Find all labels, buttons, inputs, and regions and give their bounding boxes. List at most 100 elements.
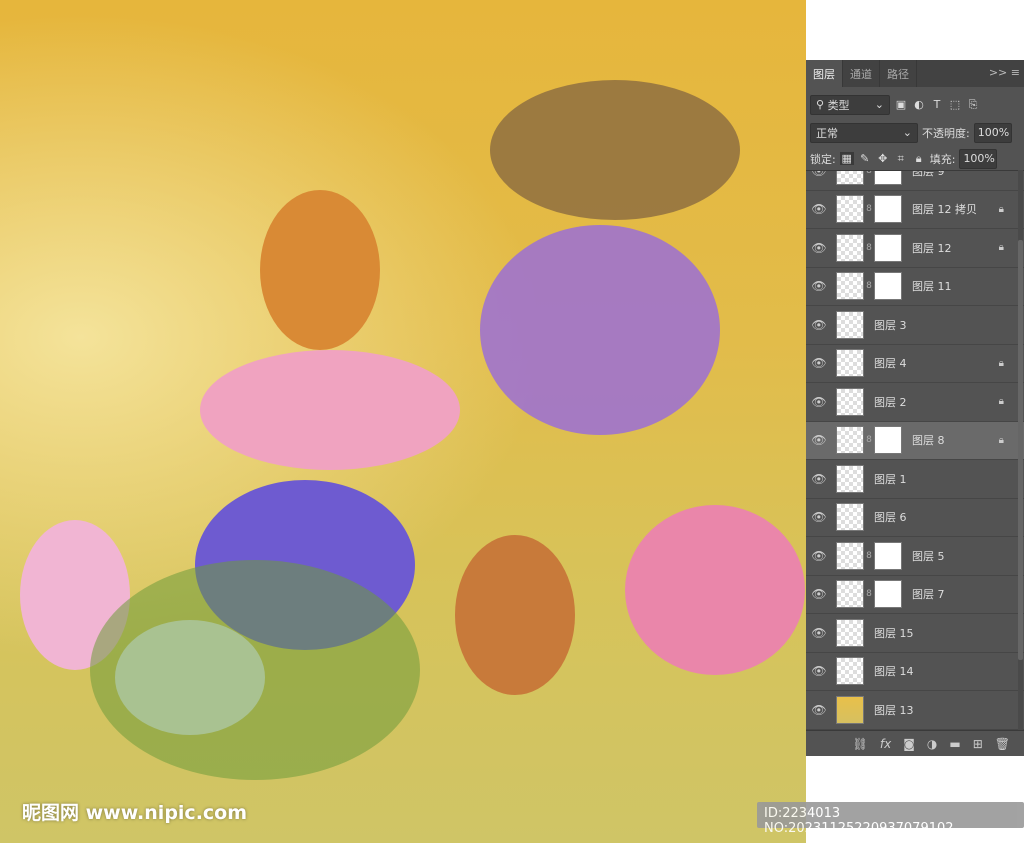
layer-mask-thumbnail[interactable] (874, 233, 902, 262)
eye-icon[interactable]: 👁︎ (806, 510, 832, 524)
eye-icon[interactable]: 👁︎ (806, 549, 832, 563)
leaves (90, 560, 420, 780)
layer-name: 图层 2 (874, 395, 907, 409)
lock-label: 锁定: (810, 152, 836, 166)
filter-select[interactable]: ⚲ 类型 ⌄ (810, 94, 890, 115)
layer-row[interactable]: 👁︎ 8 图层 12 拷贝 🔒︎ (806, 191, 1024, 229)
mask-icon[interactable]: ◙ (903, 737, 915, 751)
adjustment-filter-icon[interactable]: ◐ (912, 98, 926, 111)
smart-object-filter-icon[interactable]: ⎘ (966, 98, 980, 112)
layer-name: 图层 12 拷贝 (912, 203, 977, 217)
chain-icon[interactable]: 8 (864, 435, 874, 445)
new-layer-icon[interactable]: ⊞ (973, 737, 983, 751)
layer-row[interactable]: 👁︎ 图层 2 🔒︎ (806, 383, 1024, 422)
eye-icon[interactable]: 👁︎ (806, 318, 832, 332)
scrollbar[interactable] (1018, 170, 1023, 730)
opacity-input[interactable]: 100% (973, 122, 1012, 143)
panel-toolbar: ⛓ fx ◙ ◑ ▬ ⊞ 🗑︎ (806, 730, 1024, 756)
layer-row[interactable]: 👁︎ 图层 1 (806, 460, 1024, 499)
layer-name: 图层 14 (874, 665, 914, 679)
layer-name: 图层 6 (874, 511, 907, 525)
layer-mask-thumbnail[interactable] (874, 426, 902, 455)
chain-icon[interactable]: 8 (864, 551, 874, 561)
id-label: ID:2234013 NO:20231125220937079102 (757, 802, 1024, 836)
folder-icon[interactable]: ▬ (949, 737, 960, 751)
shape-filter-icon[interactable]: ⬚ (948, 98, 962, 111)
layer-thumbnail (836, 657, 864, 686)
kingfisher-bottom (455, 535, 575, 695)
trash-icon[interactable]: 🗑︎ (995, 737, 1010, 751)
layer-thumbnail (836, 580, 864, 609)
eye-icon[interactable]: 👁︎ (806, 472, 832, 486)
chevron-down-icon: ⌄ (902, 126, 912, 139)
layer-thumbnail (836, 464, 864, 493)
layer-name: 图层 1 (874, 472, 907, 486)
layer-row[interactable]: 👁︎ 8 图层 7 (806, 576, 1024, 614)
layer-row[interactable]: 👁︎ 8 图层 5 (806, 537, 1024, 576)
layer-name: 图层 9 (912, 170, 945, 178)
lock-paint-icon[interactable]: ✎ (858, 152, 872, 165)
layer-thumbnail (836, 171, 864, 185)
eye-icon[interactable]: 👁︎ (806, 356, 832, 370)
eye-icon[interactable]: 👁︎ (806, 395, 832, 409)
lock-icon: 🔒︎ (998, 434, 1004, 446)
layer-row[interactable]: 👁︎ 图层 15 (806, 614, 1024, 653)
fx-icon[interactable]: fx (880, 737, 891, 751)
layer-mask-thumbnail[interactable] (874, 541, 902, 570)
eye-icon[interactable]: 👁︎ (806, 626, 832, 640)
layer-thumbnail (836, 349, 864, 378)
search-icon: ⚲ (816, 98, 828, 111)
chain-icon[interactable]: 8 (864, 243, 874, 253)
layer-row[interactable]: 👁︎ 图层 13 (806, 691, 1024, 730)
lock-icon: 🔒︎ (998, 357, 1004, 369)
layer-row[interactable]: 👁︎ 8 图层 8 🔒︎ (806, 421, 1024, 460)
blend-mode-select[interactable]: 正常 ⌄ (810, 122, 918, 143)
panel-menu-button[interactable]: >> ≡ (985, 60, 1024, 87)
eye-icon[interactable]: 👁︎ (806, 202, 832, 216)
layer-thumbnail (836, 618, 864, 647)
layers-panel: 图层 通道 路径 >> ≡ ⚲ 类型 ⌄ ▣ ◐ T ⬚ ⎘ 正常 ⌄ 不透明度: … (806, 60, 1024, 756)
chain-icon[interactable]: 8 (864, 589, 874, 599)
chain-icon[interactable]: 8 (864, 281, 874, 291)
eye-icon[interactable]: 👁︎ (806, 587, 832, 601)
layer-row[interactable]: 👁︎ 8 图层 9 (806, 170, 1024, 191)
lock-transparent-icon[interactable]: ▦ (839, 152, 854, 165)
type-filter-icon[interactable]: T (930, 98, 944, 111)
lock-artboard-icon[interactable]: ⌗ (894, 152, 908, 166)
eye-icon[interactable]: 👁︎ (806, 279, 832, 293)
layer-row[interactable]: 👁︎ 图层 6 (806, 499, 1024, 537)
eye-icon[interactable]: 👁︎ (806, 664, 832, 678)
layer-row[interactable]: 👁︎ 图层 14 (806, 653, 1024, 691)
tab-paths[interactable]: 路径 (880, 60, 917, 87)
fill-input[interactable]: 100% (959, 148, 998, 169)
tab-channels[interactable]: 通道 (843, 60, 880, 87)
adjustment-layer-icon[interactable]: ◑ (927, 737, 937, 751)
layer-name: 图层 12 (912, 241, 952, 255)
lock-position-icon[interactable]: ✥ (876, 152, 890, 165)
layer-mask-thumbnail[interactable] (874, 195, 902, 224)
layer-mask-thumbnail[interactable] (874, 272, 902, 301)
eye-icon[interactable]: 👁︎ (806, 433, 832, 447)
layer-thumbnail (836, 541, 864, 570)
image-filter-icon[interactable]: ▣ (894, 98, 908, 111)
layer-name: 图层 13 (874, 703, 914, 717)
eye-icon[interactable]: 👁︎ (806, 171, 832, 178)
chain-icon[interactable]: 8 (864, 171, 874, 176)
pink-flower-right (625, 505, 805, 675)
watermark: 昵图网 www.nipic.com (22, 802, 248, 824)
layer-mask-thumbnail[interactable] (874, 171, 902, 185)
layer-row[interactable]: 👁︎ 8 图层 11 (806, 268, 1024, 306)
link-icon[interactable]: ⛓ (853, 737, 868, 751)
layer-thumbnail (836, 310, 864, 339)
layer-row[interactable]: 👁︎ 8 图层 12 🔒︎ (806, 229, 1024, 268)
layer-row[interactable]: 👁︎ 图层 4 🔒︎ (806, 345, 1024, 383)
layer-mask-thumbnail[interactable] (874, 580, 902, 609)
layer-row[interactable]: 👁︎ 图层 3 (806, 306, 1024, 345)
eye-icon[interactable]: 👁︎ (806, 703, 832, 717)
eye-icon[interactable]: 👁︎ (806, 241, 832, 255)
chain-icon[interactable]: 8 (864, 204, 874, 214)
layer-name: 图层 8 (912, 434, 945, 448)
lock-all-icon[interactable]: 🔒︎ (912, 152, 926, 166)
fill-label: 填充: (929, 152, 956, 166)
tab-layers[interactable]: 图层 (806, 60, 843, 87)
